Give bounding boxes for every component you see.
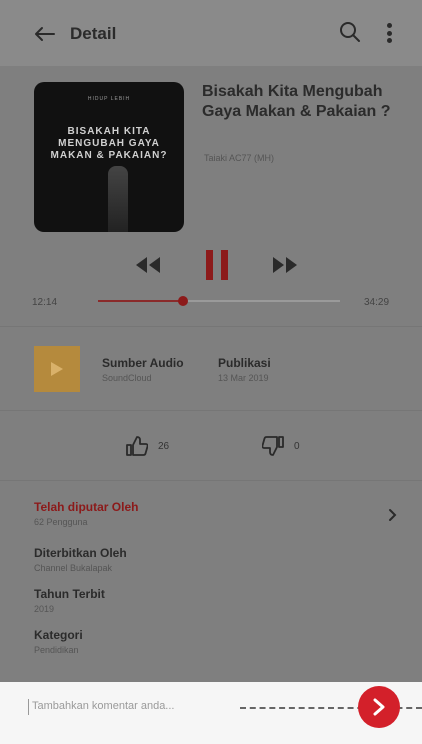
cover-title-line: MAKAN & PAKAIAN? <box>50 150 168 161</box>
source-value: SoundCloud <box>102 373 152 383</box>
rewind-icon <box>136 257 160 273</box>
audio-play-icon[interactable] <box>34 346 80 392</box>
comment-bar: Tambahkan komentar anda... <box>0 682 422 744</box>
search-icon[interactable] <box>338 20 362 44</box>
year-value: 2019 <box>34 604 55 614</box>
text-caret <box>28 699 29 715</box>
pause-button[interactable] <box>204 250 230 280</box>
divider <box>0 326 422 327</box>
played-by-label[interactable]: Telah diputar Oleh <box>34 500 138 514</box>
total-time: 34:29 <box>364 297 390 308</box>
dislike-count: 0 <box>294 440 300 452</box>
pause-icon <box>206 250 228 280</box>
chevron-right-icon[interactable] <box>388 508 398 527</box>
more-vert-icon[interactable] <box>380 20 398 46</box>
played-by-value: 62 Pengguna <box>34 517 88 527</box>
send-button[interactable] <box>358 686 400 728</box>
cover-title-line: MENGUBAH GAYA <box>58 138 160 149</box>
dislike-button[interactable]: 0 <box>262 436 300 456</box>
year-label: Tahun Terbit <box>34 587 105 601</box>
thumbs-down-icon <box>262 436 284 456</box>
comment-input[interactable]: Tambahkan komentar anda... <box>32 700 174 712</box>
chevron-right-icon <box>373 698 385 716</box>
thumbs-up-icon <box>126 436 148 456</box>
cover-figure <box>108 166 128 232</box>
category-value: Pendidikan <box>34 645 79 655</box>
page-title: Detail <box>70 24 117 43</box>
seek-thumb[interactable] <box>177 296 188 306</box>
publisher-value: Channel Bukalapak <box>34 563 113 573</box>
app-bar: Detail <box>0 0 422 66</box>
publication-label: Publikasi <box>218 356 271 370</box>
publication-value: 13 Mar 2019 <box>218 373 269 383</box>
publisher-label: Diterbitkan Oleh <box>34 546 127 560</box>
cover-small-text: HIDUP LEBIH <box>87 96 131 102</box>
forward-icon <box>273 257 297 273</box>
episode-author: Taiaki AC77 (MH) <box>204 153 275 163</box>
forward-button[interactable] <box>272 252 298 278</box>
like-count: 26 <box>158 440 170 452</box>
back-arrow-icon[interactable] <box>30 20 58 48</box>
cover-title-line: BISAKAH KITA <box>67 126 151 137</box>
seek-bar[interactable] <box>98 296 340 306</box>
cover-title: BISAKAH KITA MENGUBAH GAYA MAKAN & PAKAI… <box>34 126 184 162</box>
rewind-button[interactable] <box>135 252 161 278</box>
seek-bar-progress <box>98 300 183 302</box>
like-button[interactable]: 26 <box>126 436 169 456</box>
current-time: 12:14 <box>32 297 58 308</box>
divider <box>0 410 422 411</box>
episode-title: Bisakah Kita Mengubah Gaya Makan & Pakai… <box>202 83 391 120</box>
category-label: Kategori <box>34 628 83 642</box>
episode-cover: HIDUP LEBIH BISAKAH KITA MENGUBAH GAYA M… <box>34 82 184 232</box>
divider <box>0 480 422 481</box>
source-label: Sumber Audio <box>102 356 184 370</box>
